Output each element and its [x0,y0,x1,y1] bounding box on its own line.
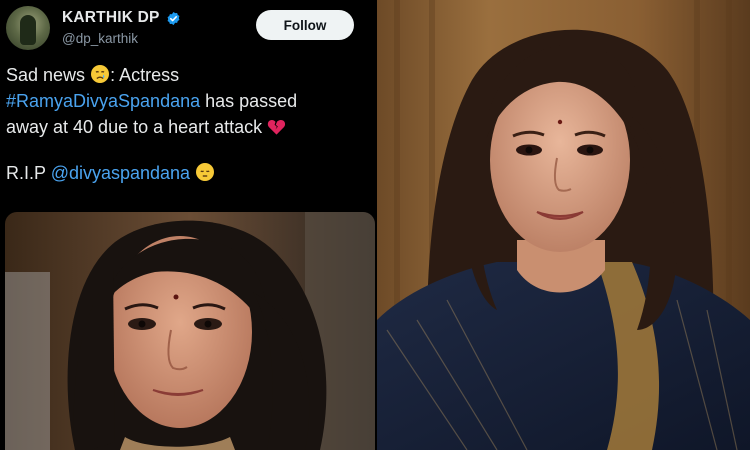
tweet-text-heart-attack: away at 40 due to a heart attack [6,117,263,137]
author-name-row: KARTHIK DP [62,9,181,27]
tweet-media-photo[interactable] [5,212,375,450]
tweet-text: Sad news : Actress #RamyaDivyaSpandana h… [6,62,366,186]
selfie-photo-illustration [5,212,375,450]
avatar-figure [20,15,36,45]
author-display-name[interactable]: KARTHIK DP [62,9,160,27]
tweet-card: KARTHIK DP @dp_karthik Follow Sad news :… [0,0,375,450]
portrait-photo-illustration [377,0,750,450]
tweet-text-sad-news: Sad news [6,65,86,85]
follow-button[interactable]: Follow [256,10,354,40]
hashtag-link[interactable]: #RamyaDivyaSpandana [6,91,200,111]
tweet-line-3: away at 40 due to a heart attack [6,114,366,140]
tweet-line-2: #RamyaDivyaSpandana has passed [6,88,366,114]
tweet-text-actress: : Actress [110,65,180,85]
tweet-text-rip: R.I.P [6,163,51,183]
author-handle[interactable]: @dp_karthik [62,31,138,46]
tweet-line-1: Sad news : Actress [6,62,366,88]
mention-link[interactable]: @divyaspandana [51,163,190,183]
tweet-line-rip: R.I.P @divyaspandana [6,160,366,186]
avatar[interactable] [6,6,50,50]
verified-badge-icon [167,11,180,25]
tweet-line-gap [6,140,366,160]
broken-heart-emoji-icon [268,119,286,135]
tweet-text-passed: has passed [200,91,298,111]
portrait-photo[interactable] [377,0,750,450]
crying-face-emoji-icon [91,65,110,83]
pensive-face-emoji-icon [196,163,215,181]
